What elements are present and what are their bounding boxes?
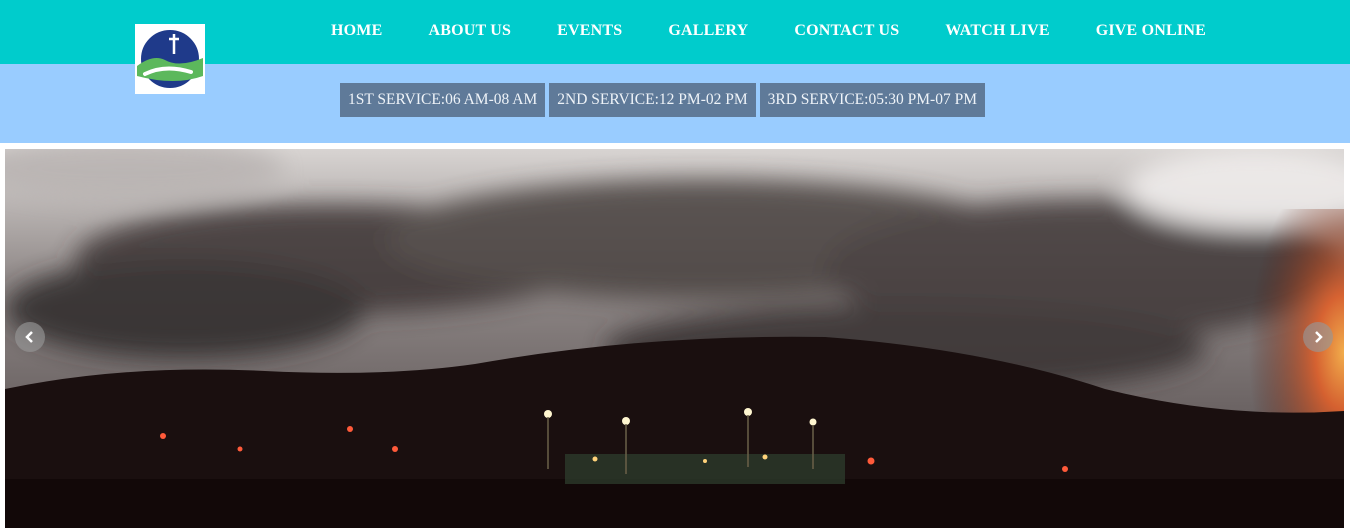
nav-events[interactable]: EVENTS [534, 0, 645, 40]
nav-watch-live[interactable]: WATCH LIVE [922, 0, 1072, 40]
chevron-left-icon [25, 331, 33, 343]
slider-prev-button[interactable] [15, 322, 45, 352]
main-nav: HOME ABOUT US EVENTS GALLERY CONTACT US … [308, 0, 1229, 64]
nav-give-online[interactable]: GIVE ONLINE [1073, 0, 1229, 40]
church-logo[interactable] [135, 24, 205, 94]
nav-contact-us[interactable]: CONTACT US [771, 0, 922, 40]
service-time-badge-3: 3RD SERVICE:05:30 PM-07 PM [759, 83, 985, 117]
service-times-list: 1ST SERVICE:06 AM-08 AM 2ND SERVICE:12 P… [340, 83, 985, 117]
hero-slider-image [5, 149, 1344, 528]
nav-gallery[interactable]: GALLERY [645, 0, 771, 40]
nav-home[interactable]: HOME [308, 0, 405, 40]
service-time-badge-1: 1ST SERVICE:06 AM-08 AM [340, 83, 546, 117]
chevron-right-icon [1315, 331, 1323, 343]
slider-next-button[interactable] [1303, 322, 1333, 352]
service-time-badge-2: 2ND SERVICE:12 PM-02 PM [549, 83, 756, 117]
church-cross-hill-logo-icon [137, 28, 203, 90]
nav-about-us[interactable]: ABOUT US [405, 0, 534, 40]
night-hill-landscape-image [5, 149, 1344, 528]
